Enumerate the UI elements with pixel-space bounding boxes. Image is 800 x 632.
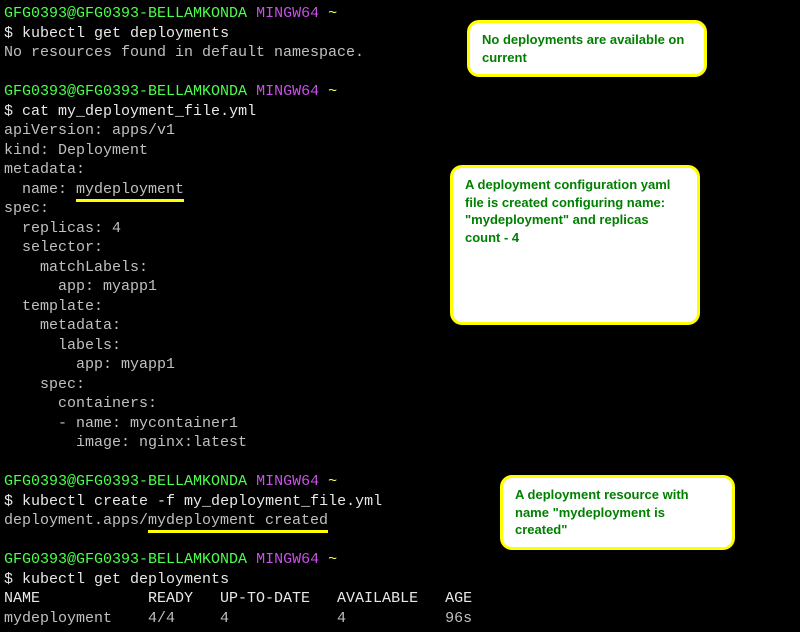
command-line-2: $ cat my_deployment_file.yml <box>4 102 796 122</box>
dollar-sign: $ <box>4 25 13 42</box>
create-output-highlight: mydeployment created <box>148 512 328 533</box>
mingw-label: MINGW64 <box>256 551 319 568</box>
callout-no-deployments: No deployments are available on current <box>467 20 707 77</box>
yaml-line: - name: mycontainer1 <box>4 414 796 434</box>
callout-yaml-config: A deployment configuration yaml file is … <box>450 165 700 325</box>
command-text: cat my_deployment_file.yml <box>22 103 256 120</box>
yaml-line: labels: <box>4 336 796 356</box>
yaml-line: kind: Deployment <box>4 141 796 161</box>
dollar-sign: $ <box>4 103 13 120</box>
yaml-line: spec: <box>4 375 796 395</box>
yaml-line: apiVersion: apps/v1 <box>4 121 796 141</box>
prompt-line-2: GFG0393@GFG0393-BELLAMKONDA MINGW64 ~ <box>4 82 796 102</box>
dollar-sign: $ <box>4 571 13 588</box>
yaml-line: image: nginx:latest <box>4 433 796 453</box>
command-text: kubectl create -f my_deployment_file.yml <box>22 493 382 510</box>
yaml-name-highlight: mydeployment <box>76 181 184 202</box>
deployments-header: NAME READY UP-TO-DATE AVAILABLE AGE <box>4 589 796 609</box>
mingw-label: MINGW64 <box>256 83 319 100</box>
prompt-line-4: GFG0393@GFG0393-BELLAMKONDA MINGW64 ~ <box>4 550 796 570</box>
path-tilde: ~ <box>328 473 337 490</box>
mingw-label: MINGW64 <box>256 473 319 490</box>
create-output-prefix: deployment.apps/ <box>4 512 148 529</box>
path-tilde: ~ <box>328 83 337 100</box>
dollar-sign: $ <box>4 493 13 510</box>
yaml-line: app: myapp1 <box>4 355 796 375</box>
user-host-label: GFG0393@GFG0393-BELLAMKONDA <box>4 473 247 490</box>
yaml-name-key: name: <box>4 181 76 198</box>
user-host-label: GFG0393@GFG0393-BELLAMKONDA <box>4 83 247 100</box>
deployments-row: mydeployment 4/4 4 4 96s <box>4 609 796 629</box>
command-text: kubectl get deployments <box>22 25 229 42</box>
path-tilde: ~ <box>328 5 337 22</box>
mingw-label: MINGW64 <box>256 5 319 22</box>
command-line-4: $ kubectl get deployments <box>4 570 796 590</box>
user-host-label: GFG0393@GFG0393-BELLAMKONDA <box>4 5 247 22</box>
user-host-label: GFG0393@GFG0393-BELLAMKONDA <box>4 551 247 568</box>
path-tilde: ~ <box>328 551 337 568</box>
command-text: kubectl get deployments <box>22 571 229 588</box>
callout-resource-created: A deployment resource with name "mydeplo… <box>500 475 735 550</box>
yaml-line: containers: <box>4 394 796 414</box>
